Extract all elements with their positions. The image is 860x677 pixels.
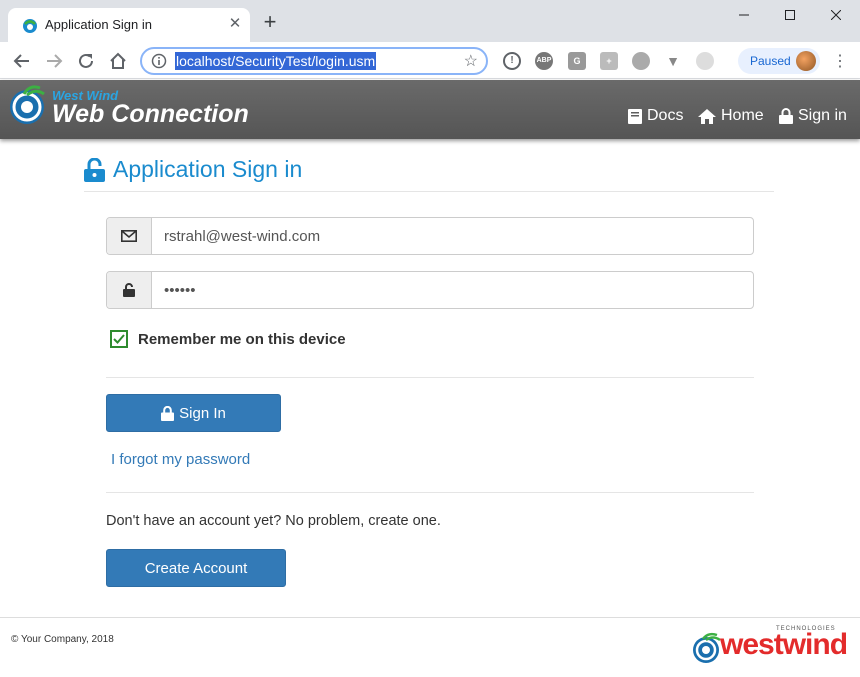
nav-signin-label: Sign in	[798, 107, 847, 124]
unlock-icon	[84, 157, 105, 182]
browser-menu-icon[interactable]: ⋮	[832, 51, 848, 71]
browser-tab[interactable]: Application Sign in ✕	[8, 8, 250, 42]
page-title-text: Application Sign in	[113, 156, 303, 182]
maximize-window-button[interactable]	[767, 0, 813, 30]
password-addon	[107, 272, 152, 308]
profile-paused-button[interactable]: Paused	[738, 48, 820, 74]
extension-circle-icon[interactable]	[632, 52, 650, 70]
extension-g-icon[interactable]: G	[568, 52, 586, 70]
nav-docs-link[interactable]: Docs	[628, 107, 683, 125]
email-addon	[107, 218, 152, 254]
close-window-button[interactable]	[813, 0, 859, 30]
sign-in-button[interactable]: Sign In	[106, 394, 281, 432]
logo-text: westwind	[720, 628, 848, 661]
nav-signin-link[interactable]: Sign in	[779, 107, 847, 125]
nav-docs-label: Docs	[647, 107, 684, 124]
password-input-group	[106, 271, 754, 309]
favicon-icon	[23, 19, 37, 33]
remember-me-checkbox-row[interactable]: Remember me on this device	[110, 330, 346, 348]
nav-home-link[interactable]: Home	[698, 107, 764, 125]
west-wind-technologies-logo[interactable]: westwind TECHNOLOGIES	[690, 626, 850, 666]
site-header: West Wind Web Connection Docs Home Sign …	[0, 80, 860, 139]
paused-label: Paused	[750, 54, 791, 68]
arrow-right-icon	[47, 54, 63, 68]
west-wind-logo-icon[interactable]	[6, 84, 48, 126]
address-bar[interactable]: localhost/SecurityTest/login.usm ☆	[140, 47, 488, 75]
new-tab-button[interactable]: +	[260, 11, 280, 33]
home-icon	[698, 108, 716, 124]
home-button[interactable]	[106, 49, 130, 73]
lock-icon	[779, 108, 793, 124]
footer: © Your Company, 2018 westwind TECHNOLOGI…	[0, 617, 860, 677]
close-tab-icon[interactable]: ✕	[227, 16, 243, 32]
minimize-window-button[interactable]	[721, 0, 767, 30]
forgot-password-link[interactable]: I forgot my password	[111, 451, 250, 468]
remember-me-checkbox[interactable]	[110, 330, 128, 348]
sign-in-label: Sign In	[179, 404, 226, 422]
west-wind-ball-icon	[693, 632, 721, 663]
home-icon	[110, 52, 126, 69]
unlock-icon	[123, 283, 135, 297]
divider	[106, 377, 754, 378]
avatar	[796, 51, 816, 71]
bookmark-star-icon[interactable]: ☆	[464, 51, 478, 71]
email-input-group	[106, 217, 754, 255]
extension-1password-icon[interactable]: !	[503, 52, 521, 70]
extension-adblock-icon[interactable]: ABP	[535, 52, 553, 70]
nav-home-label: Home	[721, 107, 764, 124]
envelope-icon	[121, 230, 137, 242]
brand-title[interactable]: Web Connection	[52, 100, 249, 129]
url-text[interactable]: localhost/SecurityTest/login.usm	[175, 52, 377, 70]
email-field[interactable]	[152, 218, 753, 254]
lock-icon	[161, 405, 175, 421]
copyright-text: © Your Company, 2018	[11, 634, 114, 645]
page-title: Application Sign in	[84, 156, 302, 183]
extension-plus-icon[interactable]: +	[600, 52, 618, 70]
extension-v-icon[interactable]: ▼	[664, 52, 682, 70]
maximize-icon	[785, 10, 795, 20]
title-divider	[84, 191, 774, 192]
password-field[interactable]	[152, 272, 753, 308]
info-icon[interactable]	[151, 53, 167, 69]
extension-grey-icon[interactable]	[696, 52, 714, 70]
no-account-text: Don't have an account yet? No problem, c…	[106, 513, 441, 529]
divider	[106, 492, 754, 493]
arrow-left-icon	[13, 54, 29, 68]
back-button[interactable]	[10, 49, 34, 73]
browser-titlebar: Application Sign in ✕ +	[0, 0, 860, 42]
forward-button[interactable]	[42, 49, 66, 73]
reload-icon	[79, 53, 93, 68]
minimize-icon	[739, 14, 749, 16]
tab-title: Application Sign in	[45, 17, 152, 32]
logo-tagline: TECHNOLOGIES	[776, 626, 836, 632]
create-account-button[interactable]: Create Account	[106, 549, 286, 587]
reload-button[interactable]	[74, 49, 98, 73]
book-icon	[628, 108, 642, 124]
create-account-label: Create Account	[144, 559, 248, 577]
remember-me-label: Remember me on this device	[138, 330, 346, 348]
close-icon	[830, 9, 842, 21]
browser-toolbar: localhost/SecurityTest/login.usm ☆ ! ABP…	[0, 42, 860, 79]
checkmark-icon	[113, 334, 125, 344]
